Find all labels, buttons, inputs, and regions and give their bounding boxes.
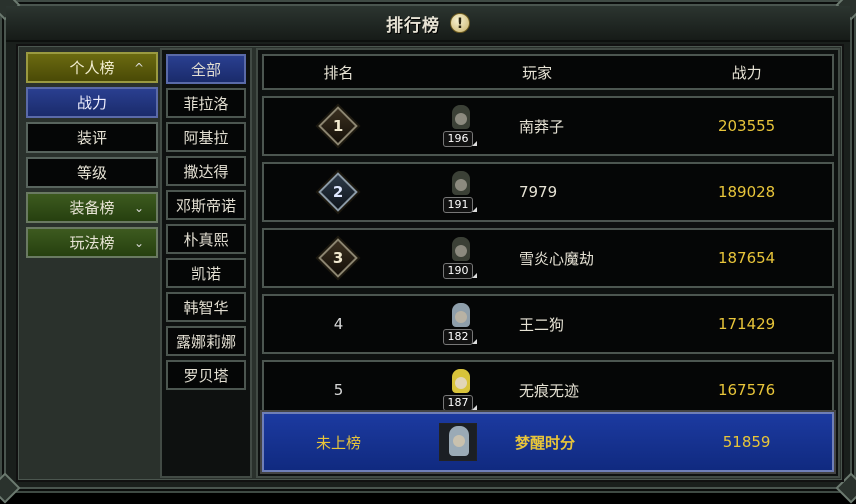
- level-badge: 196: [442, 131, 473, 147]
- rank-number: 2: [333, 183, 344, 201]
- self-rank-status: 未上榜: [315, 433, 361, 452]
- avatar[interactable]: 187: [441, 369, 481, 411]
- filter-all[interactable]: 全部: [166, 54, 246, 84]
- player-name: 无痕无迹: [518, 381, 579, 400]
- filter-class[interactable]: 露娜莉娜: [166, 326, 246, 356]
- header-player: 玩家: [522, 63, 553, 82]
- avatar[interactable]: 190: [441, 237, 481, 279]
- avatar[interactable]: 191: [441, 171, 481, 213]
- player-name: 雪炎心魔劫: [518, 249, 594, 268]
- filter-class[interactable]: 朴真熙: [166, 224, 246, 254]
- filter-class[interactable]: 罗贝塔: [166, 360, 246, 390]
- player-name: 南莽子: [518, 117, 564, 136]
- rank-number: 3: [333, 249, 344, 267]
- chevron-down-icon: ⌄: [133, 200, 144, 215]
- power-value: 167576: [717, 381, 776, 399]
- category-label: 等级: [76, 164, 107, 182]
- ranking-window: 排行榜 ! 个人榜 ^ 战力 装评 等级 装备榜 ⌄ 玩法榜 ⌄ 全部 菲拉洛 …: [0, 0, 856, 504]
- header-power: 战力: [731, 63, 762, 82]
- category-menu: 个人榜 ^ 战力 装评 等级 装备榜 ⌄ 玩法榜 ⌄: [26, 52, 158, 262]
- rank-number: 1: [333, 117, 344, 135]
- filter-class[interactable]: 阿基拉: [166, 122, 246, 152]
- player-name: 王二狗: [518, 315, 564, 334]
- class-filter-panel: 全部 菲拉洛 阿基拉 撒达得 邓斯帝诺 朴真熙 凯诺 韩智华 露娜莉娜 罗贝塔: [160, 48, 252, 478]
- level-badge: 190: [442, 263, 473, 279]
- level-badge: 182: [442, 329, 473, 345]
- power-value: 189028: [717, 183, 776, 201]
- filter-class[interactable]: 邓斯帝诺: [166, 190, 246, 220]
- category-label: 装评: [76, 129, 107, 147]
- avatar[interactable]: 182: [441, 303, 481, 345]
- table-row[interactable]: 5 187 无痕无迹 167576: [262, 360, 834, 420]
- table-row[interactable]: 1 196 南莽子 203555: [262, 96, 834, 156]
- chevron-down-icon: ⌄: [133, 235, 144, 250]
- category-equipment-ranking[interactable]: 装备榜 ⌄: [26, 192, 158, 223]
- level-badge: 191: [442, 197, 473, 213]
- content-area: 个人榜 ^ 战力 装评 等级 装备榜 ⌄ 玩法榜 ⌄ 全部 菲拉洛 阿基拉 撒达…: [16, 44, 844, 482]
- filter-class[interactable]: 菲拉洛: [166, 88, 246, 118]
- title-bar: 排行榜 !: [6, 6, 850, 42]
- category-label: 个人榜: [69, 59, 115, 77]
- player-name: 7979: [518, 183, 558, 201]
- level-badge: 187: [442, 395, 473, 411]
- category-label: 玩法榜: [69, 234, 115, 252]
- category-gear-score[interactable]: 装评: [26, 122, 158, 153]
- table-header: 排名 玩家 战力: [262, 54, 834, 90]
- power-value: 171429: [717, 315, 776, 333]
- filter-class[interactable]: 撒达得: [166, 156, 246, 186]
- category-gameplay-ranking[interactable]: 玩法榜 ⌄: [26, 227, 158, 258]
- avatar[interactable]: [438, 423, 477, 461]
- table-row[interactable]: 4 182 王二狗 171429: [262, 294, 834, 354]
- table-row[interactable]: 3 190 雪炎心魔劫 187654: [262, 228, 834, 288]
- ranking-table: 排名 玩家 战力 1 196 南莽子 203555 2 191 7979 189…: [256, 48, 840, 478]
- rank-medal-icon: 1: [318, 106, 359, 146]
- window-title: 排行榜: [386, 15, 440, 36]
- chevron-up-icon: ^: [133, 60, 144, 75]
- category-level[interactable]: 等级: [26, 157, 158, 188]
- category-power[interactable]: 战力: [26, 87, 158, 118]
- rank-number: 4: [333, 315, 344, 333]
- power-value: 187654: [717, 249, 776, 267]
- category-personal-ranking[interactable]: 个人榜 ^: [26, 52, 158, 83]
- table-row[interactable]: 2 191 7979 189028: [262, 162, 834, 222]
- rank-medal-icon: 2: [318, 172, 359, 212]
- rank-number: 5: [333, 381, 344, 399]
- power-value: 51859: [722, 433, 771, 451]
- rank-medal-icon: 3: [318, 238, 359, 278]
- filter-class[interactable]: 韩智华: [166, 292, 246, 322]
- filter-class[interactable]: 凯诺: [166, 258, 246, 288]
- category-label: 装备榜: [69, 199, 115, 217]
- category-label: 战力: [76, 94, 107, 112]
- player-name: 梦醒时分: [514, 433, 575, 452]
- avatar[interactable]: 196: [441, 105, 481, 147]
- header-rank: 排名: [323, 63, 354, 82]
- self-rank-row[interactable]: 未上榜 梦醒时分 51859: [262, 412, 834, 472]
- info-icon[interactable]: !: [450, 13, 470, 33]
- power-value: 203555: [717, 117, 776, 135]
